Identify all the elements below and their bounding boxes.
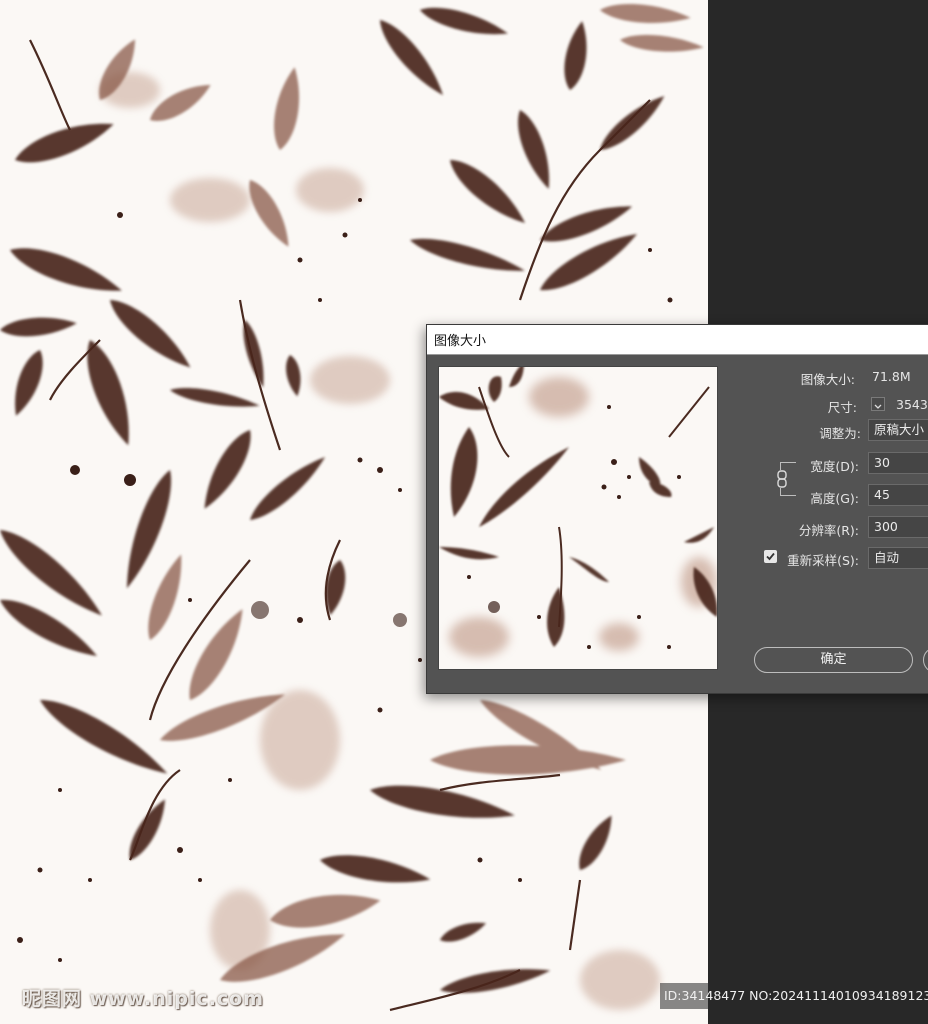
image-size-label: 图像大小:	[800, 372, 855, 387]
height-label: 高度(G):	[810, 491, 859, 506]
dimensions-value: 3543	[896, 397, 928, 412]
preview-artwork	[439, 367, 717, 657]
dimensions-dropdown-button[interactable]	[871, 397, 885, 411]
resolution-label: 分辨率(R):	[798, 523, 859, 538]
image-size-value: 71.8M	[872, 369, 911, 384]
resample-label: 重新采样(S):	[787, 553, 859, 568]
fit-to-label: 调整为:	[819, 426, 861, 441]
resample-checkbox[interactable]	[764, 550, 777, 563]
ok-button[interactable]: 确定	[754, 647, 913, 673]
resolution-input[interactable]: 300	[868, 516, 928, 538]
checkmark-icon	[766, 552, 775, 561]
height-input[interactable]: 45	[868, 484, 928, 506]
image-preview[interactable]	[438, 366, 718, 670]
chain-link-icon[interactable]	[775, 470, 789, 488]
image-size-dialog: 图像大小 图像大小: 71.8M 尺寸: 3543 调整为: 原稿大小 宽度(D…	[426, 324, 928, 694]
chevron-down-icon	[874, 404, 882, 409]
fit-to-dropdown[interactable]: 原稿大小	[868, 419, 928, 441]
width-label: 宽度(D):	[810, 459, 859, 474]
site-watermark: 昵图网 www.nipic.com	[22, 988, 265, 1010]
cancel-button[interactable]	[923, 647, 928, 673]
dialog-titlebar[interactable]: 图像大小	[427, 325, 928, 355]
dimensions-label: 尺寸:	[827, 400, 857, 415]
resample-dropdown[interactable]: 自动	[868, 547, 928, 569]
id-watermark: ID:34148477 NO:20241114010934189123	[660, 983, 928, 1009]
dialog-title: 图像大小	[434, 334, 487, 349]
width-input[interactable]: 30	[868, 452, 928, 474]
